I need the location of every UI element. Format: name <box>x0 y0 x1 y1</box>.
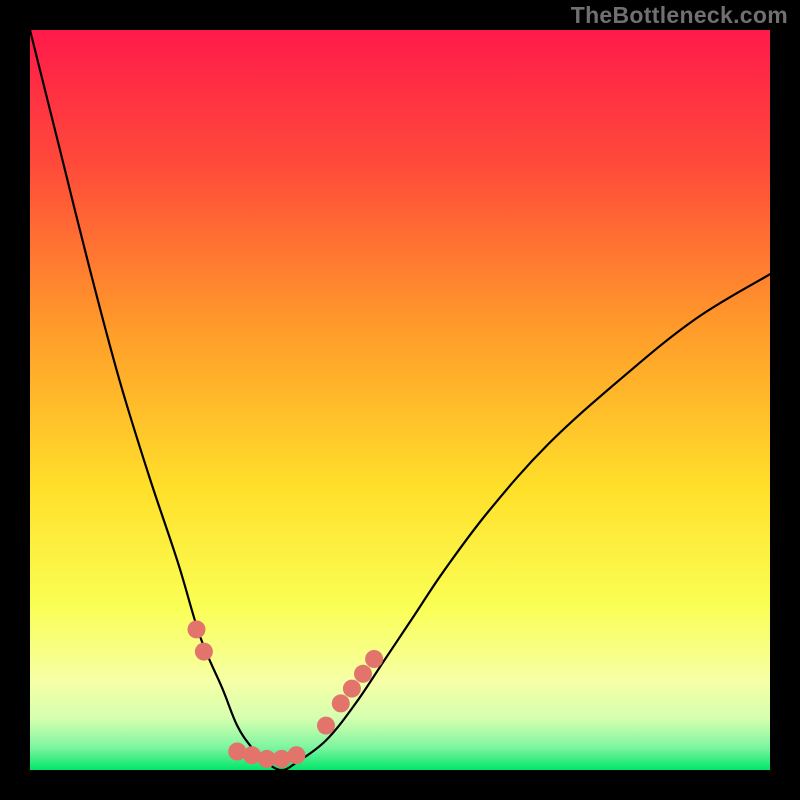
left-shoulder-marker <box>195 643 213 661</box>
right-shoulder-marker <box>343 680 361 698</box>
gradient-background <box>30 30 770 770</box>
plot-area <box>30 30 770 770</box>
valley-marker <box>287 746 305 764</box>
right-shoulder-marker <box>317 717 335 735</box>
right-shoulder-marker <box>332 694 350 712</box>
left-shoulder-marker <box>188 620 206 638</box>
bottleneck-chart-svg <box>30 30 770 770</box>
right-shoulder-marker <box>365 650 383 668</box>
chart-frame: TheBottleneck.com <box>0 0 800 800</box>
right-shoulder-marker <box>354 665 372 683</box>
watermark-text: TheBottleneck.com <box>571 2 788 29</box>
